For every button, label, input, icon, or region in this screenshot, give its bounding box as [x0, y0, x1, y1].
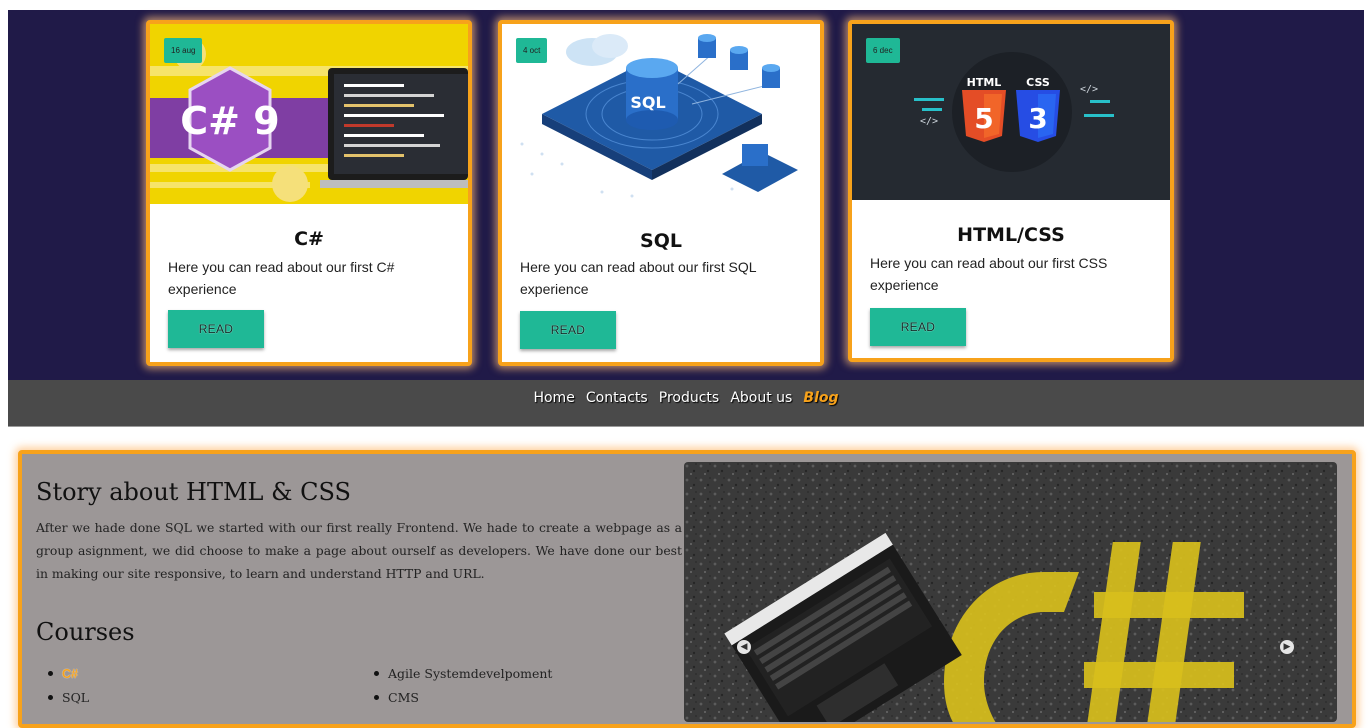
date-badge: 4 oct — [516, 38, 548, 63]
main-nav: Home Contacts Products About us Blog — [8, 380, 1364, 427]
svg-text:C# 9: C# 9 — [180, 99, 279, 143]
nav-about-us[interactable]: About us — [730, 380, 792, 416]
svg-text:SQL: SQL — [630, 93, 665, 112]
card-title: C# — [294, 228, 324, 250]
date-badge: 6 dec — [866, 38, 900, 63]
htmlcss-thumbnail: </> </> HTML 5 CSS 3 — [852, 24, 1170, 200]
nav-home[interactable]: Home — [533, 380, 574, 416]
course-item-cms[interactable]: CMS — [366, 686, 552, 710]
read-button[interactable]: READ — [168, 310, 264, 348]
card-text: Here you can read about our first C# exp… — [168, 259, 395, 297]
story-text: After we hade done SQL we started with o… — [36, 520, 682, 581]
card-text: Here you can read about our first CSS ex… — [870, 255, 1108, 293]
card-text: Here you can read about our first SQL ex… — [520, 259, 757, 297]
courses-title: Courses — [36, 618, 135, 646]
svg-text:CSS: CSS — [1026, 76, 1050, 89]
chevron-right-icon[interactable]: ▶ — [1280, 640, 1294, 654]
svg-text:HTML: HTML — [967, 76, 1002, 89]
chevron-left-icon[interactable]: ◀ — [737, 640, 751, 654]
carousel-image — [684, 462, 1337, 722]
header-banner: C# 9 16 aug C# Here you can read about o… — [0, 0, 1372, 380]
read-button[interactable]: READ — [520, 311, 616, 349]
nav-blog[interactable]: Blog — [803, 380, 838, 416]
courses-list-left: C# SQL — [40, 662, 89, 710]
courses-list-right: Agile Systemdevelpoment CMS — [366, 662, 552, 710]
date-badge: 16 aug — [164, 38, 203, 63]
blog-card-htmlcss: </> </> HTML 5 CSS 3 6 dec HTML/CSS Here… — [848, 20, 1174, 362]
course-item-agile[interactable]: Agile Systemdevelpoment — [366, 662, 552, 686]
course-item-sql[interactable]: SQL — [40, 686, 89, 710]
svg-text:</>: </> — [920, 116, 938, 127]
story-title: Story about HTML & CSS — [36, 478, 351, 506]
read-button[interactable]: READ — [870, 308, 966, 346]
svg-text:</>: </> — [1080, 84, 1098, 95]
nav-contacts[interactable]: Contacts — [586, 380, 648, 416]
card-title: HTML/CSS — [957, 224, 1065, 246]
blog-card-sql: SQL 4 oct SQL Here you can read about ou… — [498, 20, 824, 366]
course-item-csharp[interactable]: C# — [40, 662, 89, 686]
svg-text:3: 3 — [1028, 102, 1047, 135]
svg-text:5: 5 — [974, 102, 993, 135]
nav-products[interactable]: Products — [659, 380, 719, 416]
sql-thumbnail: SQL — [502, 24, 820, 204]
card-section: C# 9 16 aug C# Here you can read about o… — [8, 10, 1364, 380]
blog-card-csharp: C# 9 16 aug C# Here you can read about o… — [146, 20, 472, 366]
card-title: SQL — [640, 230, 682, 252]
